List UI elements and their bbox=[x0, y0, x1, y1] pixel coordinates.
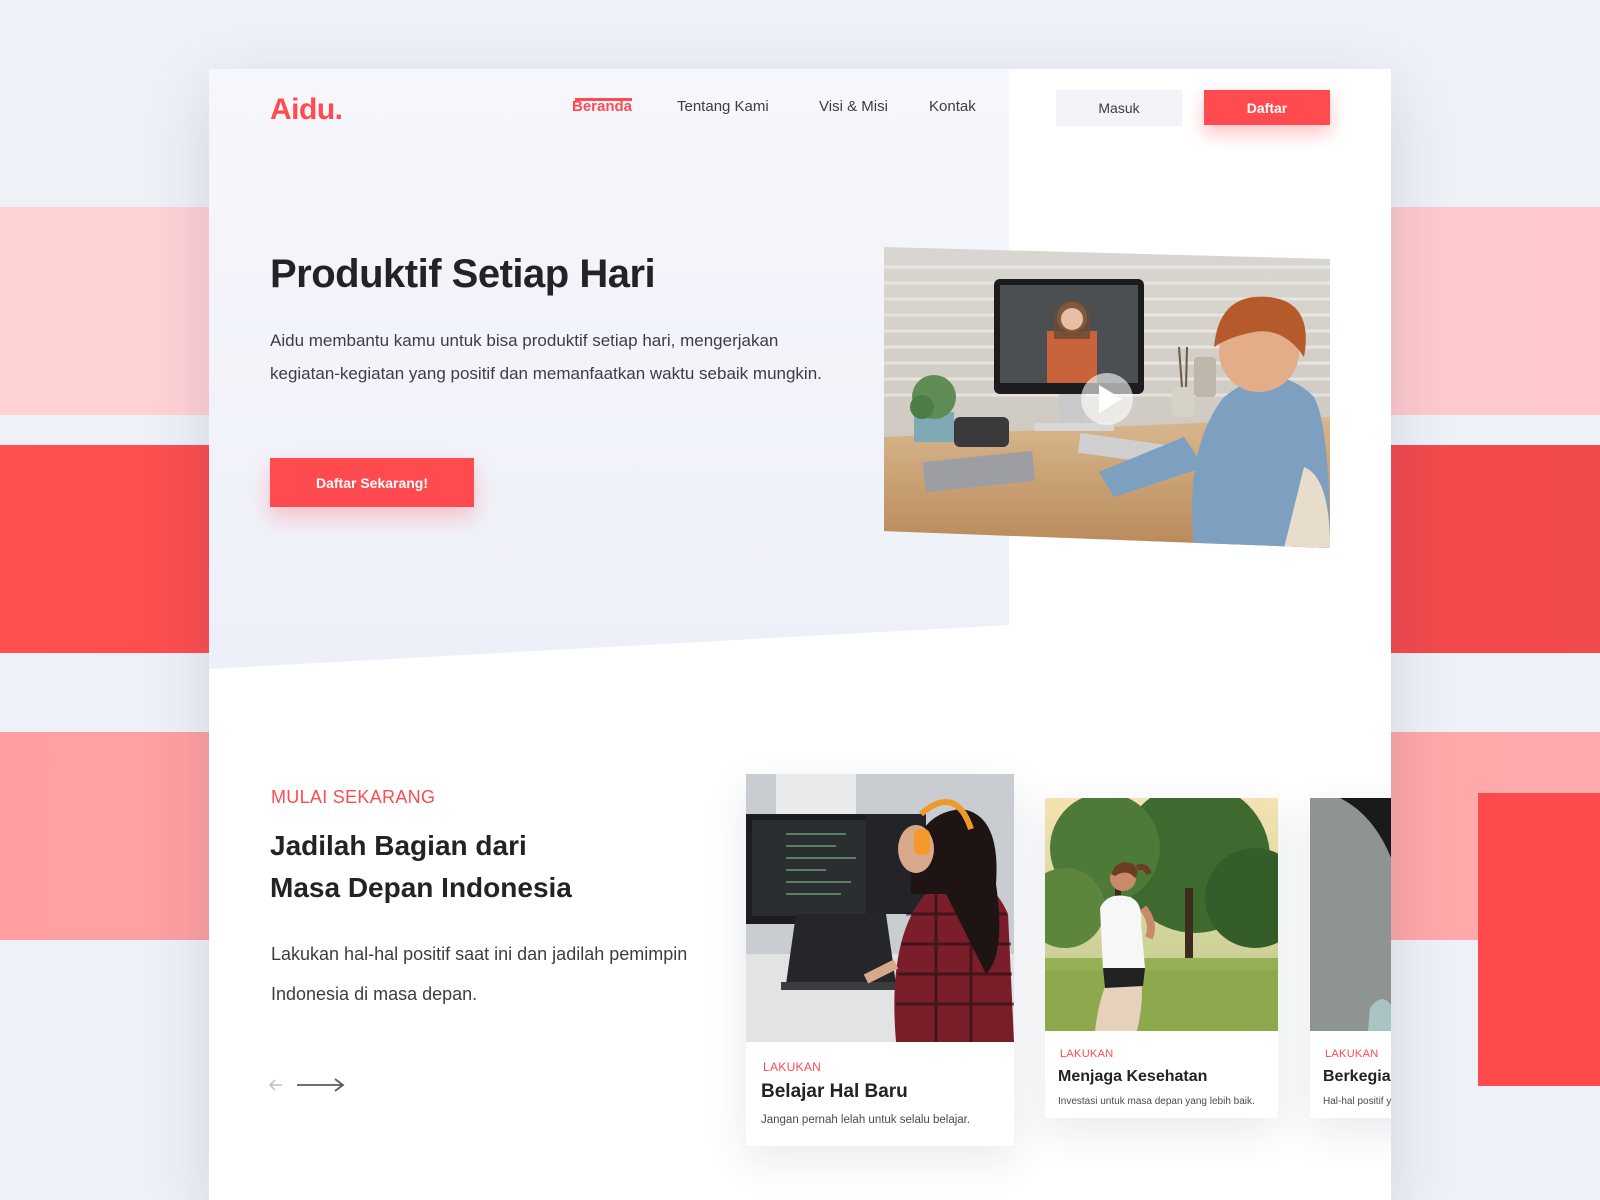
nav-item-kontak[interactable]: Kontak bbox=[929, 98, 976, 115]
section-title-line2: Masa Depan Indonesia bbox=[270, 872, 572, 903]
video-thumbnail bbox=[884, 247, 1330, 548]
card-title: Belajar Hal Baru bbox=[761, 1081, 908, 1102]
card-photo-running bbox=[1045, 798, 1278, 1031]
card-photo-study bbox=[746, 774, 1014, 1042]
card-description: Jangan pernah lelah untuk selalu belajar… bbox=[761, 1114, 971, 1126]
login-button[interactable]: Masuk bbox=[1056, 90, 1182, 126]
card-description: Hal-hal positif y bbox=[1323, 1096, 1391, 1107]
section-title: Jadilah Bagian dari Masa Depan Indonesia bbox=[270, 825, 670, 909]
carousel-controls bbox=[268, 1074, 349, 1101]
card-description: Investasi untuk masa depan yang lebih ba… bbox=[1058, 1096, 1255, 1107]
card-tag: LAKUKAN bbox=[1325, 1048, 1379, 1060]
card-title: Berkegia bbox=[1323, 1068, 1391, 1085]
section-title-line1: Jadilah Bagian dari bbox=[270, 830, 527, 861]
carousel-arrows bbox=[268, 1078, 345, 1092]
landing-page: Aidu. Beranda Tentang Kami Visi & Misi K… bbox=[209, 69, 1391, 1200]
section-eyebrow: MULAI SEKARANG bbox=[271, 787, 436, 807]
hero-title: Produktif Setiap Hari bbox=[270, 252, 656, 296]
section-description: Lakukan hal-hal positif saat ini dan jad… bbox=[271, 944, 688, 1004]
brand-logo[interactable]: Aidu. bbox=[270, 93, 343, 127]
nav-item-visi-misi[interactable]: Visi & Misi bbox=[819, 98, 888, 115]
hero-video[interactable] bbox=[884, 247, 1330, 548]
hero-description: Aidu membantu kamu untuk bisa produktif … bbox=[270, 331, 822, 383]
hero-slant bbox=[209, 625, 1009, 669]
nav-item-beranda[interactable]: Beranda bbox=[572, 98, 632, 115]
card-photo-reading bbox=[1310, 798, 1391, 1031]
card-tag: LAKUKAN bbox=[763, 1060, 822, 1074]
card-tag: LAKUKAN bbox=[1060, 1048, 1114, 1060]
decor-block-red bbox=[1478, 793, 1600, 1086]
activity-card-berkegiatan[interactable]: LAKUKAN Berkegia Hal-hal positif y bbox=[1310, 798, 1391, 1118]
arrow-right-icon[interactable] bbox=[297, 1078, 345, 1092]
nav-item-tentang-kami[interactable]: Tentang Kami bbox=[677, 98, 769, 115]
arrow-left-icon[interactable] bbox=[268, 1079, 282, 1091]
register-button[interactable]: Daftar bbox=[1204, 90, 1330, 125]
activity-card-belajar[interactable]: LAKUKAN Belajar Hal Baru Jangan pernah l… bbox=[746, 774, 1014, 1146]
register-now-button[interactable]: Daftar Sekarang! bbox=[270, 458, 474, 507]
activity-card-kesehatan[interactable]: LAKUKAN Menjaga Kesehatan Investasi untu… bbox=[1045, 798, 1278, 1118]
card-title: Menjaga Kesehatan bbox=[1058, 1068, 1208, 1085]
